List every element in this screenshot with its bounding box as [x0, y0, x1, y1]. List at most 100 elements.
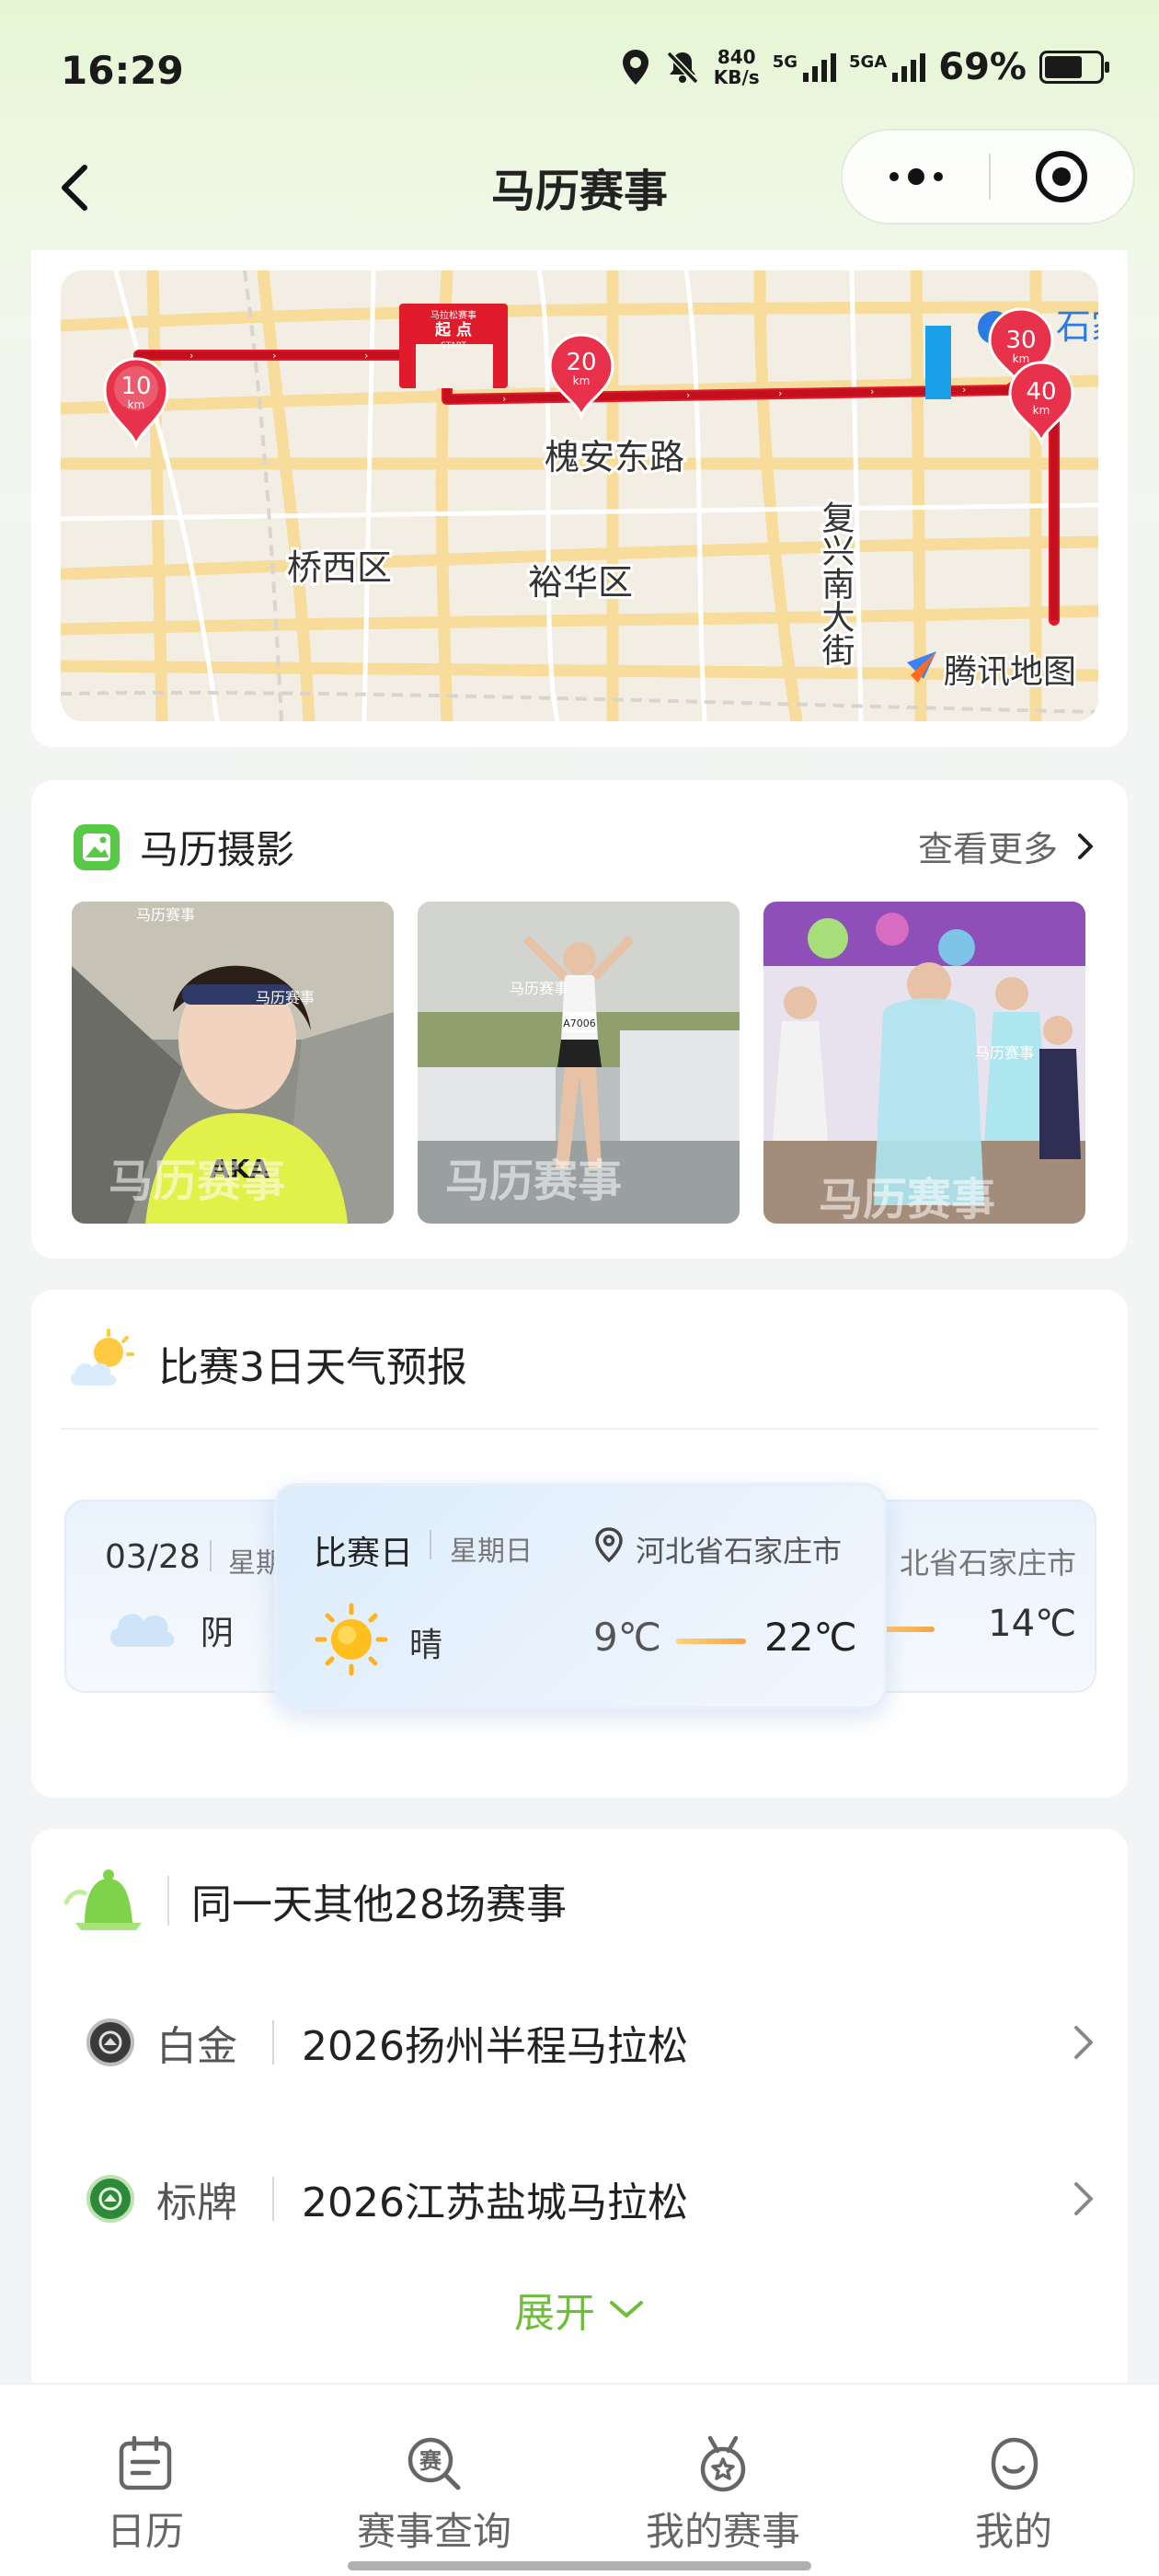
- svg-text:›: ›: [686, 389, 690, 401]
- tab-race-search-label: 赛事查询: [356, 2509, 511, 2554]
- chevron-right-icon: [1074, 2182, 1093, 2215]
- status-icons: 840 KB/s 5G 5GA 69%: [620, 46, 1109, 88]
- tab-calendar[interactable]: 日历: [26, 2434, 265, 2557]
- location-pin-icon: [595, 1527, 623, 1563]
- photo-thumbnail[interactable]: A7006 马历赛事 马历赛事: [418, 902, 740, 1224]
- runner-peace-sign-image: A7006 马历赛事 马历赛事: [418, 902, 740, 1224]
- race-day-label: 比赛日: [314, 1535, 414, 1572]
- race-row[interactable]: 标牌 2026江苏盐城马拉松: [86, 2153, 1096, 2245]
- map-attribution: 腾讯地图: [944, 653, 1076, 691]
- race-divider: [272, 2177, 274, 2221]
- cloudy-icon: [109, 1614, 175, 1647]
- runner-selfie-image: AKA 马历赛事 马历赛事 马历赛事: [72, 902, 394, 1224]
- km-20-label: 20: [566, 349, 596, 376]
- km-30-unit: km: [1013, 352, 1030, 365]
- race-search-icon: 赛: [407, 2437, 461, 2490]
- photo-watermark: 马历赛事: [510, 980, 568, 997]
- photo-album-icon: [74, 823, 120, 870]
- photo-watermark-large: 马历赛事: [109, 1156, 285, 1207]
- expand-label: 展开: [514, 2290, 595, 2337]
- finish-marker: [925, 326, 951, 399]
- photo-watermark: 马历赛事: [975, 1044, 1034, 1062]
- bib-number: A7006: [563, 1018, 596, 1029]
- race-day-weekday: 星期日: [450, 1535, 533, 1568]
- label-badge-icon: [86, 2175, 134, 2223]
- close-miniprogram-icon[interactable]: [991, 151, 1133, 202]
- district-label-qiaoxi: 桥西区: [287, 547, 392, 588]
- tab-profile-label: 我的: [974, 2509, 1052, 2554]
- right-day-high: 14℃: [988, 1603, 1076, 1645]
- calendar-icon: [119, 2435, 172, 2490]
- route-map[interactable]: ››› ››› ››› 马拉松赛事 起 点 START 10 km 2: [61, 270, 1098, 721]
- race-row[interactable]: 白金 2026扬州半程马拉松: [86, 1996, 1096, 2088]
- km-20-unit: km: [573, 374, 591, 387]
- tab-profile[interactable]: 我的: [894, 2434, 1133, 2557]
- svg-text:›: ›: [272, 350, 276, 362]
- tab-calendar-label: 日历: [106, 2509, 184, 2554]
- race-day-low: 9℃: [593, 1615, 661, 1660]
- km-10-unit: km: [128, 398, 145, 411]
- svg-text:›: ›: [962, 384, 966, 396]
- weather-forecast-card: 比赛3日天气预报 03/28 星期 阴 北省石家庄市 14℃ 比赛日 星期日 河…: [31, 1290, 1128, 1798]
- route-map-card: ››› ››› ››› 马拉松赛事 起 点 START 10 km 2: [31, 250, 1128, 747]
- race-divider: [272, 2020, 274, 2064]
- weather-day-card-right[interactable]: 北省石家庄市 14℃: [859, 1500, 1096, 1693]
- bottom-tab-bar: 日历 赛 赛事查询 我的赛事 我的: [0, 2383, 1159, 2576]
- signal-5ga: 5GA: [849, 52, 926, 82]
- partly-cloudy-icon: [70, 1328, 134, 1386]
- weather-header: 比赛3日天气预报: [64, 1327, 467, 1400]
- svg-text:›: ›: [870, 385, 874, 397]
- road-label-fuxing: 复兴南大街: [817, 500, 855, 666]
- svg-text:›: ›: [189, 350, 193, 362]
- start-arch-top: 马拉松赛事: [430, 309, 476, 321]
- header-divider: [167, 1876, 169, 1926]
- miniprogram-capsule: [841, 129, 1135, 224]
- tab-race-search[interactable]: 赛 赛事查询: [315, 2434, 554, 2557]
- battery-icon: [1039, 51, 1109, 84]
- more-menu-icon[interactable]: [843, 168, 989, 185]
- start-arch: 马拉松赛事 起 点 START: [399, 304, 508, 388]
- race-level: 白金: [156, 2023, 237, 2070]
- photography-card: 马历摄影 查看更多 AKA 马历赛事 马历赛事 马历赛事 A7006 马历赛事 …: [31, 780, 1128, 1259]
- profile-face-icon: [991, 2437, 1039, 2490]
- net-speed-unit: KB/s: [713, 66, 760, 88]
- left-day-date: 03/28: [105, 1538, 201, 1576]
- home-indicator[interactable]: [348, 2561, 811, 2570]
- photography-title: 马历摄影: [140, 827, 295, 872]
- svg-text:›: ›: [778, 387, 782, 399]
- km-40-unit: km: [1033, 404, 1050, 417]
- race-name: 2026扬州半程马拉松: [302, 2023, 688, 2070]
- race-day-location: 河北省石家庄市: [636, 1534, 843, 1569]
- races-title: 同一天其他28场赛事: [191, 1881, 567, 1928]
- right-day-location: 北省石家庄市: [899, 1546, 1076, 1581]
- net-speed-value: 840: [717, 46, 756, 68]
- tab-my-races-label: 我的赛事: [645, 2509, 800, 2554]
- photo-watermark: 马历赛事: [256, 989, 315, 1006]
- race-level: 标牌: [156, 2179, 237, 2226]
- photo-thumbnail[interactable]: AKA 马历赛事 马历赛事 马历赛事: [72, 902, 394, 1224]
- sunny-icon: [315, 1603, 388, 1676]
- race-search-glyph: 赛: [419, 2448, 442, 2474]
- race-day-temp-bar: [676, 1639, 746, 1644]
- net-speed: 840 KB/s: [714, 47, 760, 87]
- left-day-condition: 阴: [201, 1615, 235, 1652]
- photo-grid: AKA 马历赛事 马历赛事 马历赛事 A7006 马历赛事 马历赛事 马历赛事 …: [72, 902, 1085, 1224]
- chevron-down-icon: [610, 2301, 643, 2317]
- race-day-weather-card[interactable]: 比赛日 星期日 河北省石家庄市 晴 9℃ 22℃: [274, 1483, 887, 1709]
- tab-my-races[interactable]: 我的赛事: [603, 2434, 843, 2557]
- location-icon: [622, 50, 648, 85]
- same-day-races-card: 同一天其他28场赛事 白金 2026扬州半程马拉松 标牌 2026江苏盐城马拉松…: [31, 1829, 1128, 2399]
- weather-title: 比赛3日天气预报: [158, 1344, 467, 1391]
- svg-text:›: ›: [502, 393, 506, 405]
- photo-thumbnail[interactable]: 马历赛事 马历赛事: [763, 902, 1085, 1224]
- expand-button[interactable]: 展开: [31, 2280, 1128, 2339]
- status-bar: 16:29 840 KB/s 5G 5GA 69%: [0, 0, 1159, 138]
- city-partial-label: 石家: [1056, 306, 1098, 347]
- signal-5g: 5G: [773, 52, 837, 82]
- km-10-label: 10: [120, 373, 151, 400]
- race-name: 2026江苏盐城马拉松: [302, 2179, 688, 2226]
- view-more-link[interactable]: 查看更多: [918, 821, 1096, 871]
- nav-bar: 马历赛事: [0, 129, 1159, 239]
- races-header: 同一天其他28场赛事: [63, 1866, 567, 1936]
- road-label-huaian: 槐安东路: [545, 437, 684, 477]
